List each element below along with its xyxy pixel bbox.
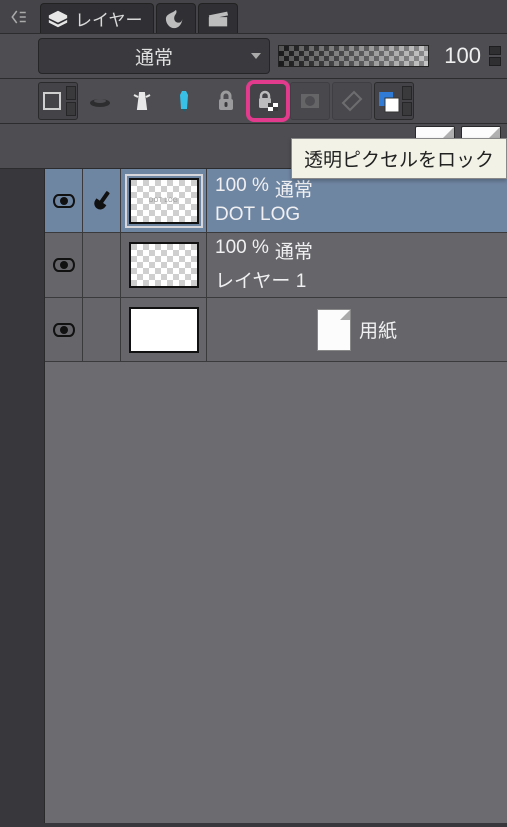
layer-info[interactable]: 100 % 通常 レイヤー 1 xyxy=(207,233,507,297)
layer-list: DOT LOG 100 % 通常 DOT LOG 100 % 通常 レイヤー 1 xyxy=(44,169,507,823)
paper-icon xyxy=(317,309,351,351)
brush-icon xyxy=(86,185,117,216)
layer-visibility-toggle[interactable] xyxy=(45,233,83,297)
clapper-icon xyxy=(207,8,229,30)
layer-visibility-toggle[interactable] xyxy=(45,169,83,232)
square-icon xyxy=(40,89,64,113)
tab-animation[interactable] xyxy=(198,3,238,33)
lock-icon xyxy=(214,89,238,113)
layer-row[interactable]: 100 % 通常 レイヤー 1 xyxy=(45,233,507,298)
opacity-slider[interactable] xyxy=(278,45,429,67)
layers-icon xyxy=(47,8,69,30)
flame-icon xyxy=(165,8,187,30)
opacity-spinner[interactable] xyxy=(489,46,501,66)
lock-layer-button[interactable] xyxy=(206,82,246,120)
panel-collapse-handle[interactable] xyxy=(6,6,32,28)
reference-layer-button[interactable] xyxy=(122,82,162,120)
tab-autoaction[interactable] xyxy=(156,3,196,33)
enable-mask-button[interactable] xyxy=(290,82,330,120)
layer-edit-indicator[interactable] xyxy=(83,169,121,232)
eye-icon xyxy=(53,194,75,208)
tooltip-lock-transparent: 透明ピクセルをロック xyxy=(291,138,507,179)
pencil-icon xyxy=(172,89,196,113)
layer-opacity: 100 % xyxy=(215,237,269,264)
lock-row xyxy=(0,79,507,124)
set-ruler-button[interactable] xyxy=(332,82,372,120)
panel-tab-strip: レイヤー xyxy=(0,0,507,34)
layer-name: レイヤー 1 xyxy=(215,266,499,293)
tab-layers[interactable]: レイヤー xyxy=(40,3,154,33)
layer-list-empty-area[interactable] xyxy=(45,362,507,823)
layer-name: 用紙 xyxy=(359,316,397,343)
draft-layer-button[interactable] xyxy=(164,82,204,120)
layer-thumbnail xyxy=(129,242,199,288)
blend-mode-dropdown[interactable]: 通常 xyxy=(38,38,270,74)
mask-icon xyxy=(298,89,322,113)
tooltip-text: 透明ピクセルをロック xyxy=(304,150,494,171)
blend-mode-value: 通常 xyxy=(135,43,173,70)
lighthouse-icon xyxy=(130,89,154,113)
eye-icon xyxy=(53,258,75,272)
palette-color-button[interactable] xyxy=(38,82,78,120)
layer-thumb-text: DOT LOG xyxy=(149,198,178,204)
ruler-icon xyxy=(340,89,364,113)
layer-blend: 通常 xyxy=(275,237,313,264)
eye-icon xyxy=(53,323,75,337)
layer-row[interactable]: 用紙 xyxy=(45,298,507,362)
layer-visibility-toggle[interactable] xyxy=(45,298,83,361)
torus-icon xyxy=(88,89,112,113)
layer-color-button[interactable] xyxy=(374,82,414,120)
layer-edit-indicator[interactable] xyxy=(83,233,121,297)
layer-name: DOT LOG xyxy=(215,204,499,226)
layer-thumb-cell[interactable] xyxy=(121,298,207,361)
tab-layers-label: レイヤー xyxy=(75,6,143,31)
lock-checker-icon xyxy=(256,89,280,113)
layer-thumbnail: DOT LOG xyxy=(129,178,199,224)
layer-edit-indicator[interactable] xyxy=(83,298,121,361)
blend-opacity-row: 通常 100 xyxy=(0,34,507,79)
clip-mask-button[interactable] xyxy=(80,82,120,120)
opacity-value: 100 xyxy=(437,43,481,69)
layer-thumb-cell[interactable] xyxy=(121,233,207,297)
color-swatch-icon xyxy=(376,89,400,113)
layer-opacity: 100 % xyxy=(215,175,269,202)
lock-transparent-pixels-button[interactable] xyxy=(248,82,288,120)
layer-thumb-cell[interactable]: DOT LOG xyxy=(121,169,207,232)
layer-blend: 通常 xyxy=(275,175,313,202)
layer-info[interactable]: 用紙 xyxy=(207,298,507,361)
layer-thumbnail xyxy=(129,307,199,353)
